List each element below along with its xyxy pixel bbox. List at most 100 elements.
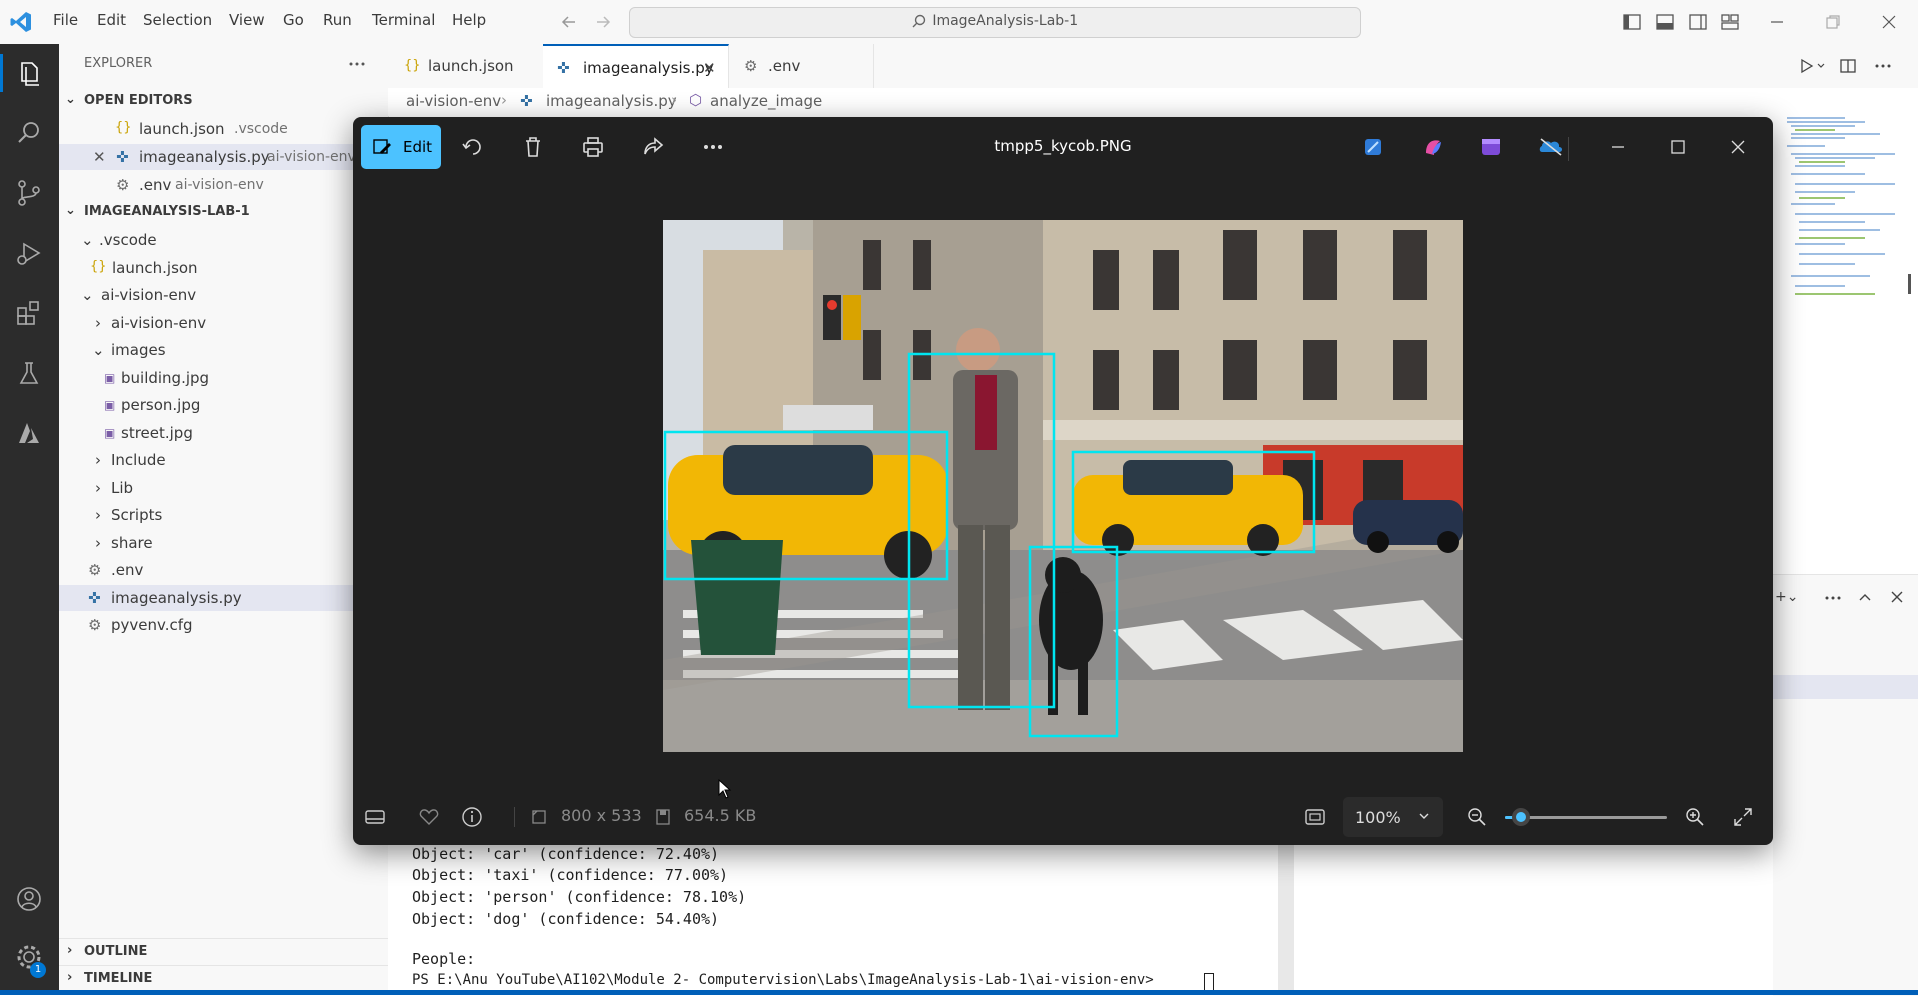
add-dropdown-icon[interactable]: +⌄: [1775, 589, 1798, 605]
testing-icon[interactable]: [10, 354, 48, 392]
breadcrumb-item[interactable]: ai-vision-env: [406, 92, 501, 110]
menu-run[interactable]: Run: [323, 11, 352, 29]
gear-icon: ⚙: [88, 561, 102, 579]
dimensions-icon: [529, 807, 549, 827]
blur-background-icon[interactable]: [1353, 127, 1393, 167]
close-window-icon[interactable]: [1879, 12, 1899, 32]
menu-view[interactable]: View: [229, 11, 265, 29]
split-editor-icon[interactable]: [1838, 56, 1858, 76]
close-icon[interactable]: ✕: [93, 148, 106, 166]
gear-icon: ⚙: [744, 57, 758, 75]
toggle-sidebar-icon[interactable]: [1622, 12, 1642, 32]
menu-terminal[interactable]: Terminal: [372, 11, 435, 29]
menu-edit[interactable]: Edit: [97, 11, 126, 29]
forward-arrow-icon[interactable]: [593, 12, 613, 32]
toggle-panel-icon[interactable]: [1655, 12, 1675, 32]
tree-file[interactable]: ▣ building.jpg: [59, 365, 388, 391]
zoom-dropdown[interactable]: 100%: [1343, 797, 1443, 837]
back-arrow-icon[interactable]: [559, 12, 579, 32]
filmstrip-icon[interactable]: [363, 805, 387, 829]
info-icon[interactable]: [460, 805, 484, 829]
tree-file[interactable]: ✜ imageanalysis.py: [59, 585, 388, 611]
tree-folder[interactable]: ⌄ .vscode: [59, 227, 388, 253]
terminal-line: Object: 'dog' (confidence: 54.40%): [412, 910, 720, 928]
zoom-slider-thumb[interactable]: [1512, 808, 1531, 826]
terminal-list-item[interactable]: [1773, 675, 1918, 699]
maximize-panel-icon[interactable]: [1857, 589, 1873, 605]
timeline-header[interactable]: › TIMELINE: [59, 965, 388, 992]
source-control-icon[interactable]: [10, 174, 48, 212]
tree-folder[interactable]: › Scripts: [59, 502, 388, 528]
onedrive-offline-icon[interactable]: [1531, 127, 1571, 167]
menu-help[interactable]: Help: [452, 11, 486, 29]
minimap[interactable]: [1785, 114, 1905, 304]
outline-header[interactable]: › OUTLINE: [59, 938, 388, 965]
chevron-down-icon: [1417, 809, 1431, 823]
tree-file[interactable]: ▣ person.jpg: [59, 392, 388, 418]
displayed-image[interactable]: [663, 220, 1463, 752]
tree-folder[interactable]: ⌄ ai-vision-env: [59, 282, 388, 308]
method-icon: ⬡: [689, 91, 703, 109]
accounts-icon[interactable]: [10, 880, 48, 918]
command-center[interactable]: ImageAnalysis-Lab-1: [629, 7, 1361, 38]
close-icon[interactable]: [1718, 127, 1758, 167]
json-icon: {}: [115, 120, 132, 135]
run-debug-icon[interactable]: [10, 234, 48, 272]
tree-file[interactable]: ⚙ pyvenv.cfg: [59, 612, 388, 638]
explorer-sidebar: EXPLORER ⌄ OPEN EDITORS {} launch.json .…: [59, 44, 389, 995]
zoom-out-icon[interactable]: [1465, 805, 1489, 829]
menu-go[interactable]: Go: [283, 11, 304, 29]
azure-icon[interactable]: [10, 414, 48, 452]
maximize-icon[interactable]: [1658, 127, 1698, 167]
breadcrumb-item[interactable]: analyze_image: [710, 92, 822, 110]
scrollbar-thumb[interactable]: [1908, 274, 1911, 294]
fit-to-window-icon[interactable]: [1303, 805, 1327, 829]
tab-env[interactable]: ⚙ .env: [728, 44, 874, 88]
tab-imageanalysis-py[interactable]: ✜ imageanalysis.py ✕: [543, 44, 729, 89]
full-screen-icon[interactable]: [1731, 805, 1755, 829]
zoom-slider[interactable]: [1505, 808, 1667, 826]
workspace-header[interactable]: ⌄ IMAGEANALYSIS-LAB-1: [59, 199, 388, 225]
search-icon[interactable]: [10, 114, 48, 152]
chevron-right-icon: ›: [501, 91, 507, 109]
chevron-down-icon: ⌄: [92, 341, 105, 359]
clipchamp-icon[interactable]: [1471, 127, 1511, 167]
terminal-scrollbar[interactable]: [1278, 845, 1294, 995]
open-editor-launch-json[interactable]: {} launch.json .vscode: [59, 116, 388, 142]
minimize-window-icon[interactable]: [1767, 12, 1787, 32]
run-python-file-icon[interactable]: [1798, 56, 1828, 76]
tree-folder[interactable]: › Include: [59, 447, 388, 473]
restore-window-icon[interactable]: [1823, 12, 1843, 32]
more-actions-icon[interactable]: [347, 56, 367, 72]
terminal-panel[interactable]: Object: 'car' (confidence: 72.40%) Objec…: [388, 845, 1278, 995]
more-actions-icon[interactable]: [1823, 591, 1843, 605]
extensions-icon[interactable]: [10, 294, 48, 332]
minimize-icon[interactable]: [1598, 127, 1638, 167]
tree-folder[interactable]: › share: [59, 530, 388, 556]
zoom-in-icon[interactable]: [1683, 805, 1707, 829]
more-actions-icon[interactable]: [1873, 56, 1893, 76]
tree-file[interactable]: {} launch.json: [59, 255, 388, 281]
open-editor-imageanalysis-py[interactable]: ✕ ✜ imageanalysis.py ai-vision-env: [59, 144, 388, 170]
tree-folder[interactable]: › Lib: [59, 475, 388, 501]
menu-selection[interactable]: Selection: [143, 11, 212, 29]
tab-launch-json[interactable]: {} launch.json: [388, 44, 544, 88]
chevron-down-icon: ⌄: [65, 92, 76, 107]
explorer-icon[interactable]: [10, 54, 48, 92]
terminal-line: Object: 'taxi' (confidence: 77.00%): [412, 866, 729, 884]
menu-file[interactable]: File: [53, 11, 78, 29]
customize-layout-icon[interactable]: [1720, 12, 1740, 32]
open-editors-header[interactable]: ⌄ OPEN EDITORS: [59, 88, 388, 114]
breadcrumb-item[interactable]: imageanalysis.py: [546, 92, 677, 110]
copilot-icon[interactable]: [1413, 127, 1453, 167]
close-panel-icon[interactable]: [1889, 589, 1905, 605]
tree-folder[interactable]: › ai-vision-env: [59, 310, 388, 336]
tree-file[interactable]: ▣ street.jpg: [59, 420, 388, 446]
tree-folder[interactable]: ⌄ images: [59, 337, 388, 363]
open-editor-env[interactable]: ⚙ .env ai-vision-env: [59, 172, 388, 198]
tree-file[interactable]: ⚙ .env: [59, 557, 388, 583]
terminal-line: Object: 'person' (confidence: 78.10%): [412, 888, 747, 906]
close-tab-icon[interactable]: ✕: [703, 59, 716, 77]
favorite-heart-icon[interactable]: [417, 805, 441, 829]
toggle-secondary-sidebar-icon[interactable]: [1688, 12, 1708, 32]
